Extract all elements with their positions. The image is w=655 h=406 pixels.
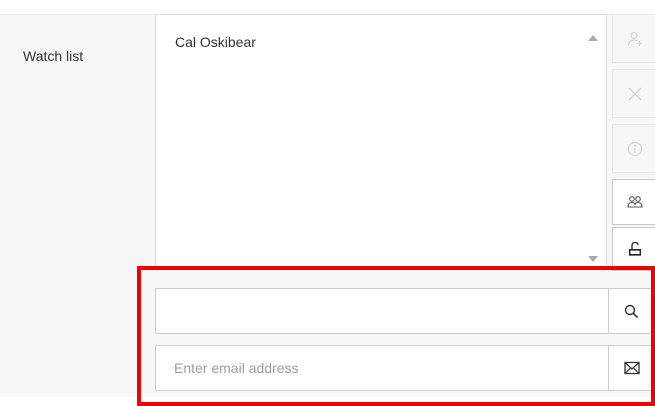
search-input[interactable] bbox=[156, 289, 608, 333]
watch-list-item[interactable]: Cal Oskibear bbox=[175, 34, 256, 50]
email-field[interactable] bbox=[155, 345, 609, 391]
scroll-down-arrow-icon[interactable] bbox=[588, 256, 598, 262]
envelope-icon bbox=[623, 361, 640, 375]
unlock-icon bbox=[629, 241, 641, 256]
search-field[interactable] bbox=[155, 288, 609, 334]
unlock-button[interactable] bbox=[612, 227, 655, 271]
watcher-info-button[interactable] bbox=[612, 124, 655, 173]
remove-watcher-button[interactable] bbox=[612, 69, 655, 118]
watch-list-label: Watch list bbox=[23, 48, 84, 64]
group-watchers-button[interactable] bbox=[612, 179, 655, 225]
watch-list-form: Watch list Cal Oskibear bbox=[0, 0, 655, 406]
info-icon bbox=[627, 141, 643, 156]
group-icon bbox=[627, 196, 643, 208]
scroll-up-arrow-icon[interactable] bbox=[588, 35, 598, 41]
search-button[interactable] bbox=[609, 288, 655, 334]
search-icon bbox=[624, 304, 639, 318]
add-email-button[interactable] bbox=[609, 345, 655, 391]
watch-list-box[interactable]: Cal Oskibear bbox=[155, 14, 607, 267]
close-icon bbox=[628, 87, 642, 100]
add-person-icon bbox=[627, 31, 642, 46]
email-input[interactable] bbox=[156, 346, 608, 390]
add-watcher-button[interactable] bbox=[612, 14, 655, 63]
